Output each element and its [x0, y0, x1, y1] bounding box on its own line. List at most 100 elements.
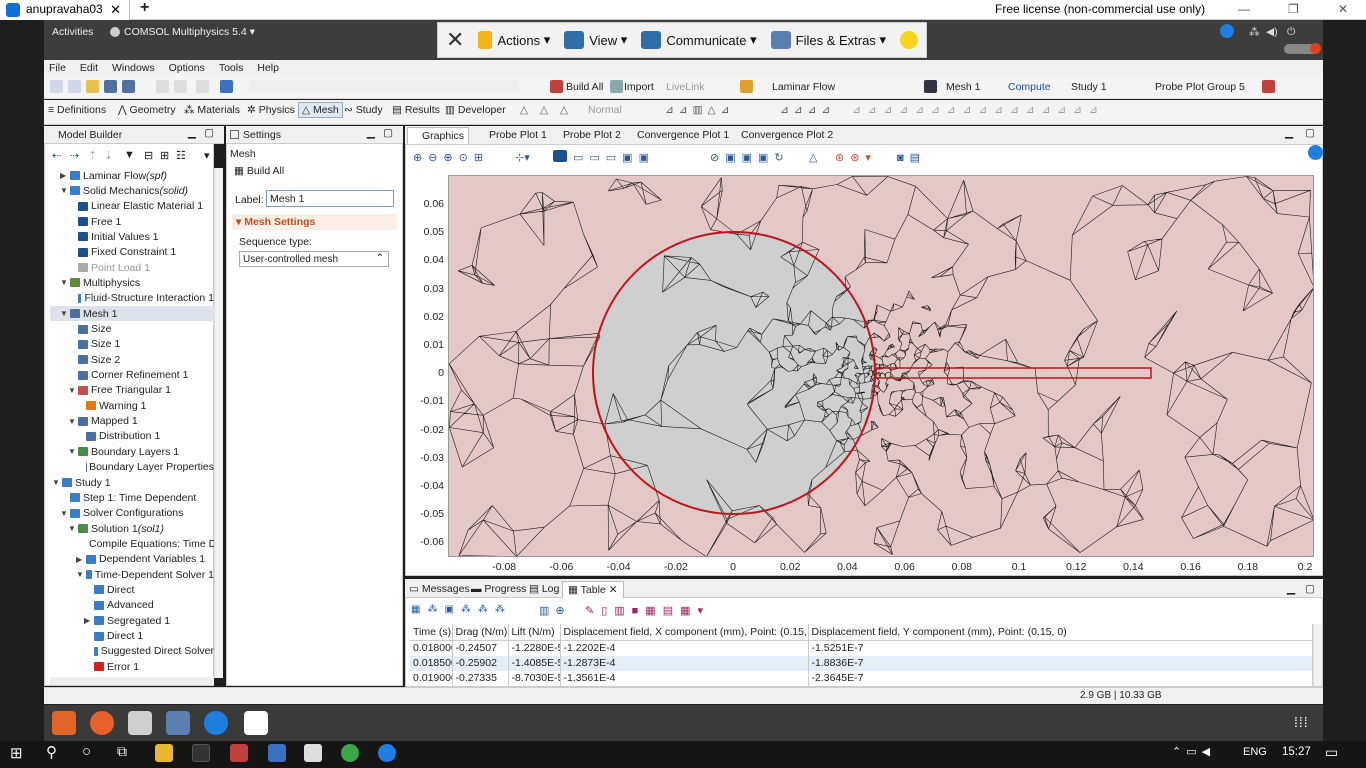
expand-arrow-icon[interactable]: ▼ [68, 417, 76, 426]
mesh-refine-icon[interactable]: △ [540, 104, 548, 116]
tree-item[interactable]: ▼ Mesh 1 [50, 306, 214, 322]
plot-group-selector[interactable]: Probe Plot Group 5 [1155, 81, 1245, 93]
apps-grid-icon[interactable]: ⁞⁞⁞ [1294, 714, 1309, 730]
menu-file[interactable]: File [49, 62, 66, 74]
tree-item[interactable]: ▶ Dependent Variables 1 [50, 552, 214, 567]
files-extras-menu[interactable]: Files & Extras ▾ [770, 31, 886, 49]
tab-probe-plot-2[interactable]: Probe Plot 2 [563, 129, 621, 141]
tree-item[interactable]: Free 1 [50, 214, 214, 229]
task-view-icon[interactable]: ⧉ [117, 743, 127, 760]
table-view-icons[interactable]: ▥⊕ [539, 604, 571, 617]
actions-menu[interactable]: Actions ▾ [478, 31, 550, 49]
tree-item[interactable]: ▼ Solver Configurations [50, 506, 214, 521]
tree-item[interactable]: Corner Refinement 1 [50, 368, 214, 383]
tree-item[interactable]: ▼ Study 1 [50, 475, 214, 490]
ribbon-materials[interactable]: ⁂ Materials [184, 104, 240, 116]
tree-item[interactable]: Initial Values 1 [50, 229, 214, 244]
new-icon[interactable] [50, 80, 63, 93]
cortana-icon[interactable]: ○ [82, 743, 91, 760]
tree-item[interactable]: Suggested Direct Solver [50, 644, 214, 659]
tree-item[interactable]: ▼ Mapped 1 [50, 414, 214, 429]
tree-item[interactable]: Size [50, 322, 214, 337]
restore-button[interactable]: ❐ [1288, 2, 1299, 16]
menu-edit[interactable]: Edit [80, 62, 98, 74]
tree-item[interactable]: Fixed Constraint 1 [50, 245, 214, 260]
tree-menu-icon[interactable]: ▾ [204, 149, 210, 162]
tree-item[interactable]: Direct [50, 582, 214, 597]
activities-button[interactable]: Activities [52, 26, 93, 38]
tree-item[interactable]: ▼ Multiphysics [50, 275, 214, 290]
store-icon[interactable] [268, 744, 286, 762]
label-input[interactable]: Mesh 1 [266, 190, 394, 207]
maximize-results-icon[interactable]: ▢ [1305, 583, 1315, 595]
ribbon-physics[interactable]: ✲ Physics [247, 104, 295, 116]
mesh-sequence-icons[interactable]: ⊿⊿⊿⊿ [780, 104, 835, 116]
livelink-button[interactable]: LiveLink [666, 81, 705, 93]
expand-arrow-icon[interactable]: ▼ [68, 447, 76, 456]
expand-arrow-icon[interactable]: ▼ [68, 524, 76, 533]
tree-item[interactable]: Boundary Layer Properties [50, 460, 214, 475]
tab-progress[interactable]: ▬ Progress [471, 583, 526, 595]
tray-icons[interactable]: ⌃▭◀ [1172, 745, 1215, 758]
mesh-tool-icon[interactable]: △ [520, 104, 528, 116]
import-button[interactable]: Import [624, 81, 654, 93]
minimize-pane-icon[interactable]: ▁ [188, 127, 196, 139]
tab-convergence-plot-1[interactable]: Convergence Plot 1 [637, 129, 729, 141]
tree-item[interactable]: Distribution 1 [50, 429, 214, 444]
tree-item[interactable]: Linear Elastic Material 1 [50, 199, 214, 214]
tab-table[interactable]: ▦ Table ✕ [562, 581, 624, 598]
minimize-settings-icon[interactable]: ▁ [367, 127, 375, 139]
tree-item[interactable]: Step 1: Time Dependent [50, 490, 214, 505]
model-wizard-icon[interactable] [68, 80, 81, 93]
chrome-icon[interactable] [341, 744, 359, 762]
tree-options-icon[interactable]: ☷ [176, 149, 186, 162]
tab-messages[interactable]: ▭ Messages [409, 583, 470, 595]
menu-tools[interactable]: Tools [219, 62, 244, 74]
table-action-icons[interactable]: ✎▯▥■▦▤▦▾ [585, 604, 710, 617]
maximize-pane-icon[interactable]: ▢ [204, 127, 214, 139]
tab-probe-plot-1[interactable]: Probe Plot 1 [489, 129, 547, 141]
collapsed-arrow-icon[interactable]: ▶ [76, 555, 82, 564]
ribbon-geometry[interactable]: ⋀ Geometry [118, 104, 176, 116]
app1-icon[interactable] [52, 711, 76, 735]
back-icon[interactable]: ⇠ [52, 149, 61, 162]
selection-icons[interactable]: ▭▭▭▣▣ [573, 151, 655, 164]
mesh-quality-icon[interactable]: △ [560, 104, 568, 116]
tab-convergence-plot-2[interactable]: Convergence Plot 2 [741, 129, 833, 141]
tree-item[interactable]: Compile Equations: Time D [50, 536, 214, 551]
column-header[interactable]: Lift (N/m) [508, 624, 561, 641]
smiley-icon[interactable] [899, 31, 918, 49]
notifications-icon[interactable]: ▭ [1325, 744, 1338, 761]
normal-selector[interactable]: Normal [588, 104, 622, 116]
select-domain-icon[interactable] [553, 150, 567, 162]
mesh-plot[interactable] [448, 175, 1314, 557]
tree-item[interactable]: ▼ Boundary Layers 1 [50, 444, 214, 459]
sequence-type-select[interactable]: User-controlled mesh ⌃ [239, 251, 389, 267]
compute-button[interactable]: Compute [1008, 81, 1051, 93]
tree-scrollbar[interactable] [214, 168, 223, 678]
build-all-settings-button[interactable]: ▦ Build All [234, 165, 284, 177]
file-explorer-icon[interactable] [155, 744, 173, 762]
mesh-settings-section[interactable]: ▾ Mesh Settings [232, 214, 397, 230]
close-icon[interactable]: ✕ [110, 2, 121, 18]
tree-item[interactable]: Fluid-Structure Interaction 1 [50, 291, 214, 306]
comsol-close-icon[interactable] [1310, 43, 1321, 54]
view-icons[interactable]: ⊘▣▣▣↻ [710, 151, 790, 164]
tree-item[interactable]: ▼ Free Triangular 1 [50, 383, 214, 398]
mesh-selector[interactable]: Mesh 1 [946, 81, 980, 93]
table-scrollbar[interactable] [1313, 624, 1322, 686]
save-as-icon[interactable] [122, 80, 135, 93]
column-header[interactable]: Drag (N/m) [452, 624, 509, 641]
expand-icon[interactable]: ⊞ [160, 149, 169, 162]
collapsed-arrow-icon[interactable]: ▶ [60, 171, 66, 180]
view-menu[interactable]: View ▾ [564, 31, 627, 49]
collapsed-arrow-icon[interactable]: ▶ [84, 616, 90, 625]
tree-item[interactable]: Size 2 [50, 352, 214, 367]
zoom-tools-icons[interactable]: ⊕⊖⊕⊙⊞ [413, 151, 489, 164]
tree-item[interactable]: Point Load 1 [50, 260, 214, 275]
table-row[interactable]: 0.018000-0.24507-1.2280E-5-1.2202E-4-1.5… [410, 640, 1313, 656]
undo-icon[interactable] [156, 80, 169, 93]
teamviewer-taskbar-icon[interactable] [378, 744, 396, 762]
expand-arrow-icon[interactable]: ▼ [68, 386, 76, 395]
app-title[interactable]: COMSOL Multiphysics 5.4 ▾ [124, 26, 255, 38]
